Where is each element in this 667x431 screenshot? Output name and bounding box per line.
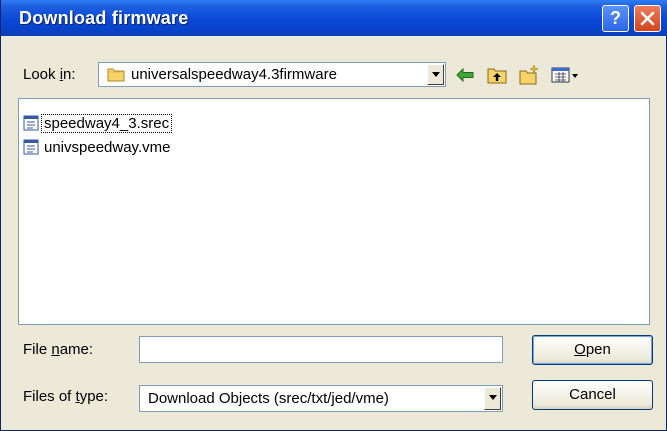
back-arrow-icon[interactable] xyxy=(454,64,476,86)
file-name-input[interactable] xyxy=(139,336,503,363)
help-button[interactable]: ? xyxy=(602,5,629,32)
view-menu-icon[interactable] xyxy=(550,64,580,86)
file-type-label: Files of type: xyxy=(23,388,109,405)
file-name: speedway4_3.srec xyxy=(40,113,173,133)
look-in-value: universalspeedway4.3firmware xyxy=(131,66,337,83)
close-icon xyxy=(640,11,655,26)
list-item[interactable]: speedway4_3.srec xyxy=(23,113,173,133)
help-icon: ? xyxy=(610,8,621,28)
file-icon xyxy=(23,139,39,155)
folder-icon xyxy=(107,68,125,82)
file-icon xyxy=(23,115,39,131)
file-list[interactable]: speedway4_3.srec univspeedway.vme xyxy=(18,98,650,325)
file-type-value: Download Objects (srec/txt/jed/vme) xyxy=(148,390,389,407)
file-type-dropdown-arrow[interactable] xyxy=(484,387,501,410)
look-in-label: Look in: xyxy=(23,66,76,83)
cancel-button[interactable]: Cancel xyxy=(532,380,653,410)
open-button[interactable]: Open xyxy=(532,335,653,365)
look-in-dropdown-arrow[interactable] xyxy=(427,64,444,85)
file-name: univspeedway.vme xyxy=(44,138,171,156)
new-folder-icon[interactable] xyxy=(518,64,540,86)
download-firmware-dialog: Download firmware ? Look in: universalsp… xyxy=(0,0,667,431)
look-in-dropdown[interactable]: universalspeedway4.3firmware xyxy=(98,62,446,87)
close-button[interactable] xyxy=(634,5,661,32)
window-title: Download firmware xyxy=(19,8,189,28)
file-type-dropdown[interactable]: Download Objects (srec/txt/jed/vme) xyxy=(139,385,503,412)
list-item[interactable]: univspeedway.vme xyxy=(23,137,172,157)
file-name-label: File name: xyxy=(23,341,94,358)
title-bar[interactable]: Download firmware ? xyxy=(1,0,667,36)
up-folder-icon[interactable] xyxy=(486,64,508,86)
